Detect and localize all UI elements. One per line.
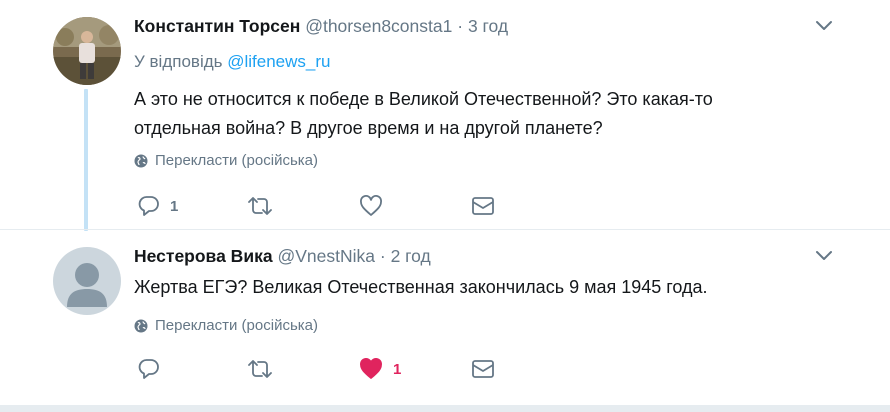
dm-icon	[472, 197, 494, 215]
tweet-header: Нестерова Вика @VnestNika · 2 год	[134, 244, 431, 268]
retweet-icon	[248, 360, 272, 378]
retweet-button[interactable]	[247, 193, 283, 219]
bottom-divider	[0, 405, 890, 412]
reply-count: 1	[170, 197, 179, 215]
default-avatar-icon	[53, 247, 121, 315]
translate-link[interactable]: Перекласти (російська)	[134, 151, 318, 171]
tweet-text-line: Жертва ЕГЭ? Великая Отечественная законч…	[134, 277, 708, 297]
reply-button[interactable]: 1	[138, 193, 178, 219]
heart-icon	[360, 195, 382, 216]
thread-line	[84, 89, 88, 231]
retweet-icon	[248, 197, 272, 215]
avatar[interactable]	[53, 17, 121, 85]
dm-button[interactable]	[471, 193, 495, 219]
tweet-text: А это не относится к победе в Великой От…	[134, 85, 834, 143]
translate-label: Перекласти (російська)	[155, 317, 318, 334]
separator: ·	[379, 246, 386, 266]
tweet-header: Константин Торсен @thorsen8consta1 · 3 г…	[134, 14, 508, 38]
separator: ·	[457, 16, 464, 36]
dm-icon	[472, 360, 494, 378]
chevron-down-icon[interactable]	[814, 18, 834, 34]
author-handle[interactable]: @thorsen8consta1	[305, 16, 452, 36]
reply-to-link[interactable]: @lifenews_ru	[227, 52, 330, 71]
reply-icon	[138, 196, 159, 216]
tweet[interactable]: Константин Торсен @thorsen8consta1 · 3 г…	[0, 0, 890, 231]
translate-label: Перекласти (російська)	[155, 152, 318, 169]
reply-icon	[138, 359, 159, 379]
like-count: 1	[393, 360, 402, 378]
avatar[interactable]	[53, 247, 121, 315]
heart-filled-icon	[360, 358, 382, 379]
globe-icon	[134, 319, 148, 333]
like-button[interactable]	[359, 193, 393, 219]
globe-icon	[134, 154, 148, 168]
author-name[interactable]: Константин Торсен	[134, 16, 300, 36]
tweet-text-line: отдельная война? В другое время и на дру…	[134, 118, 603, 138]
reply-context: У відповідь @lifenews_ru	[134, 51, 330, 73]
like-button[interactable]: 1	[359, 356, 401, 382]
tweet-text: Жертва ЕГЭ? Великая Отечественная законч…	[134, 273, 834, 302]
dm-button[interactable]	[471, 356, 495, 382]
tweet-actions: 1	[134, 193, 534, 219]
tweet-actions: 1	[134, 356, 534, 382]
tweet-text-line: А это не относится к победе в Великой От…	[134, 89, 713, 109]
author-handle[interactable]: @VnestNika	[277, 246, 375, 266]
timestamp[interactable]: 2 год	[391, 246, 431, 266]
timestamp[interactable]: 3 год	[468, 16, 508, 36]
reply-button[interactable]	[138, 356, 170, 382]
author-name[interactable]: Нестерова Вика	[134, 246, 273, 266]
avatar-photo	[53, 17, 121, 85]
chevron-down-icon[interactable]	[814, 248, 834, 264]
reply-prefix: У відповідь	[134, 52, 223, 71]
retweet-button[interactable]	[247, 356, 283, 382]
tweet[interactable]: Нестерова Вика @VnestNika · 2 год Жертва…	[0, 229, 890, 406]
translate-link[interactable]: Перекласти (російська)	[134, 316, 318, 336]
